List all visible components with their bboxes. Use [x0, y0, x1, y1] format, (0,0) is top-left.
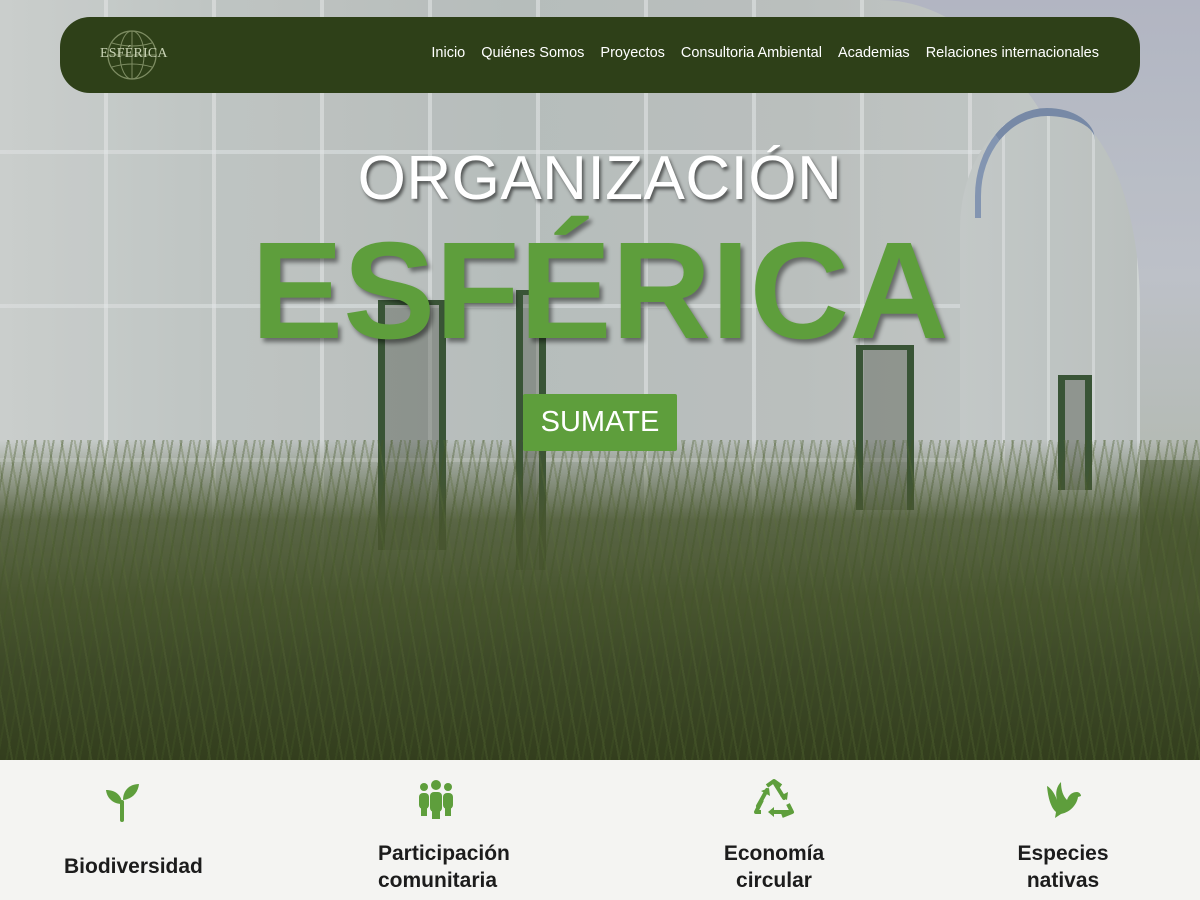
recycle-icon: [754, 779, 794, 818]
hero-section: [0, 0, 1200, 760]
sprout-icon: [106, 784, 139, 822]
feature-biodiversidad: Biodiversidad: [2, 760, 242, 900]
logo-text: ESFÉRICA: [100, 46, 168, 61]
nav-item-inicio[interactable]: Inicio: [431, 45, 465, 61]
feature-economia-circular: Economía circular: [654, 760, 894, 900]
nav-item-consultoria-ambiental[interactable]: Consultoria Ambiental: [681, 45, 822, 61]
feature-especies-nativas: Especies nativas: [943, 760, 1183, 900]
features-section: Biodiversidad Participación comunitaria: [0, 760, 1200, 900]
people-icon: [419, 780, 453, 819]
sumate-button[interactable]: SUMATE: [523, 394, 677, 451]
nav-item-academias[interactable]: Academias: [838, 45, 910, 61]
feature-label: Especies nativas: [1017, 842, 1109, 892]
nav-item-relaciones-internacionales[interactable]: Relaciones internacionales: [926, 45, 1099, 61]
main-nav: Inicio Quiénes Somos Proyectos Consultor…: [415, 45, 1099, 61]
site-logo[interactable]: ESFÉRICA: [100, 27, 168, 83]
top-navbar: ESFÉRICA Inicio Quiénes Somos Proyectos …: [60, 17, 1140, 93]
hero-title-line2: ESFÉRICA: [251, 214, 949, 368]
hero-overlay: [0, 0, 1200, 760]
hero-title-line1: ORGANIZACIÓN: [357, 144, 843, 213]
feature-label: Biodiversidad: [64, 855, 203, 878]
feature-label: Participación comunitaria: [378, 842, 510, 892]
feature-participacion-comunitaria: Participación comunitaria: [316, 760, 556, 900]
nav-item-proyectos[interactable]: Proyectos: [600, 45, 664, 61]
dove-icon: [1047, 782, 1081, 818]
nav-item-quienes-somos[interactable]: Quiénes Somos: [481, 45, 584, 61]
feature-label: Economía circular: [723, 842, 825, 892]
